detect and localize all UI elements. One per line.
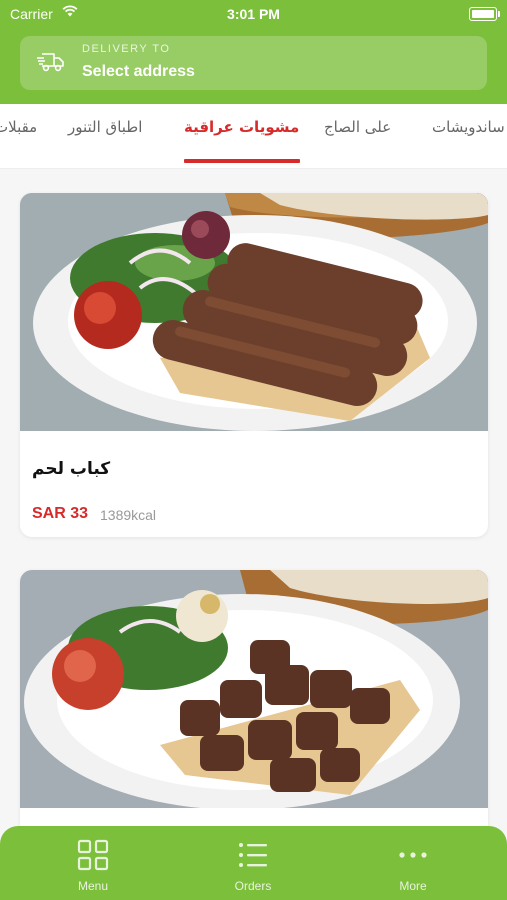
item-price: SAR 33 bbox=[32, 505, 89, 522]
app-header: Carrier 3:01 PM DELIVERY TO Select addre… bbox=[0, 0, 507, 104]
tab-saj[interactable]: على الصاج bbox=[324, 118, 391, 136]
tab-iraqi-grills[interactable]: مشويات عراقية bbox=[184, 118, 299, 136]
nav-more[interactable]: More bbox=[363, 826, 463, 900]
tab-sandwiches[interactable]: ساندويشات bbox=[432, 118, 505, 136]
list-icon bbox=[239, 843, 267, 867]
grid-icon bbox=[77, 839, 109, 871]
nav-menu[interactable]: Menu bbox=[43, 826, 143, 900]
tab-tannour-dishes[interactable]: اطباق التنور bbox=[68, 118, 142, 136]
bottom-nav: Menu Orders More bbox=[0, 826, 507, 900]
nav-menu-label: Menu bbox=[77, 879, 109, 893]
status-time: 3:01 PM bbox=[227, 6, 280, 22]
nav-orders[interactable]: Orders bbox=[203, 826, 303, 900]
active-tab-indicator bbox=[184, 159, 300, 163]
menu-item-card[interactable] bbox=[20, 570, 488, 870]
item-name: كباب لحم bbox=[32, 459, 111, 479]
tikka-plate-image bbox=[20, 570, 488, 808]
item-calories: 1389kcal bbox=[100, 507, 157, 523]
tab-appetizers[interactable]: مقبلات bbox=[0, 118, 37, 136]
delivery-address-value: Select address bbox=[82, 63, 195, 80]
status-bar: Carrier 3:01 PM bbox=[0, 0, 507, 28]
category-tabs: مقبلات اطباق التنور مشويات عراقية على ال… bbox=[0, 104, 507, 169]
more-icon bbox=[399, 852, 427, 858]
menu-item-card[interactable]: كباب لحم SAR 33 1389kcal bbox=[20, 193, 488, 537]
kebab-plate-image bbox=[20, 193, 488, 431]
nav-more-label: More bbox=[399, 879, 427, 893]
truck-icon bbox=[36, 51, 66, 77]
delivery-label: DELIVERY TO bbox=[82, 43, 171, 55]
battery-icon bbox=[469, 7, 500, 21]
nav-orders-label: Orders bbox=[234, 879, 272, 893]
delivery-address-button[interactable]: DELIVERY TO Select address bbox=[20, 36, 487, 90]
